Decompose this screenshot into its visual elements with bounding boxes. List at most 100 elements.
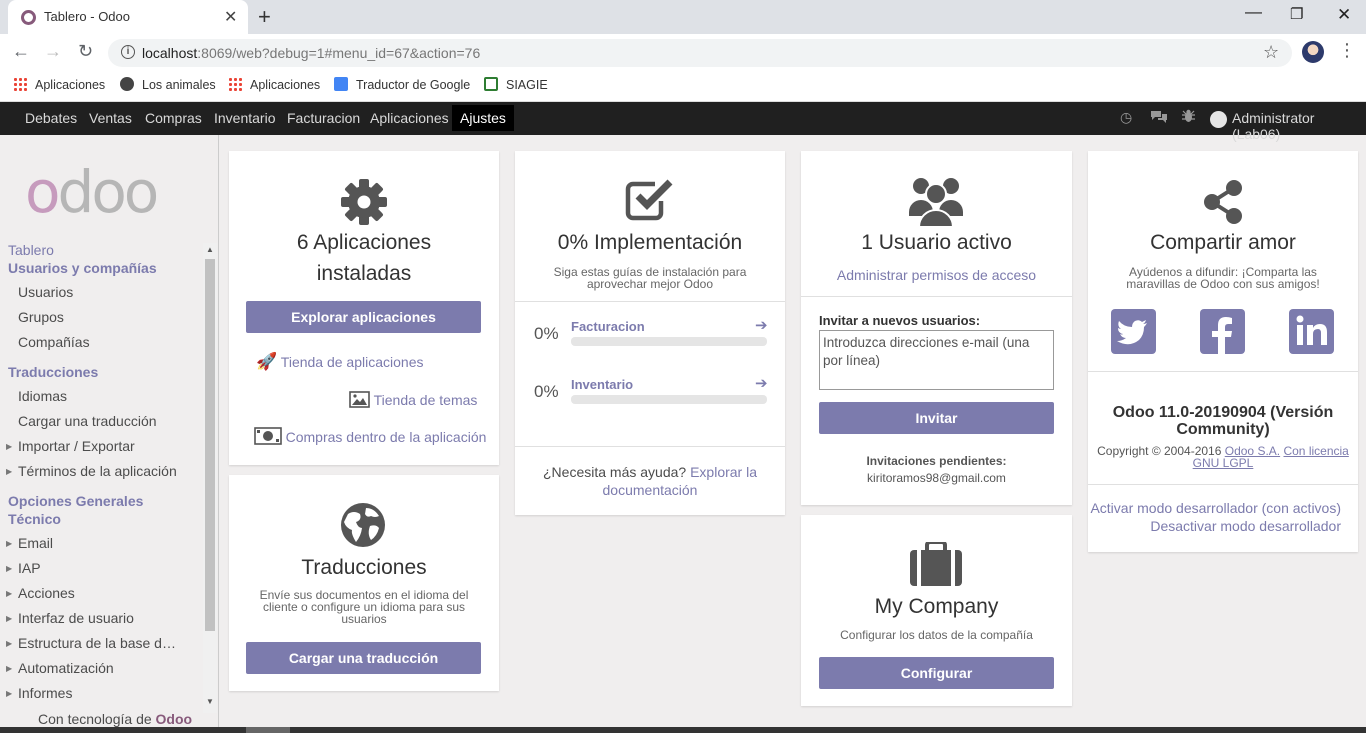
minimize-icon[interactable]: — bbox=[1245, 2, 1262, 22]
caret-right-icon[interactable]: ▶ bbox=[6, 614, 12, 623]
divider bbox=[1088, 371, 1358, 372]
page-scroll-thumb[interactable] bbox=[246, 727, 290, 733]
settings-sidebar: odoo Tablero Usuarios y compañías Usuari… bbox=[0, 135, 219, 733]
activate-dev-mode-assets-link[interactable]: Activar modo desarrollador (con activos) bbox=[1090, 500, 1341, 516]
sidebar-head-technical: Técnico bbox=[8, 511, 61, 527]
browser-menu-icon[interactable]: ⋮ bbox=[1338, 40, 1356, 61]
sidebar-head-users: Usuarios y compañías bbox=[8, 260, 157, 276]
invite-emails-textarea[interactable]: Introduzca direcciones e-mail (una por l… bbox=[819, 330, 1054, 390]
sidebar-head-general[interactable]: Opciones Generales bbox=[8, 493, 143, 509]
picture-icon bbox=[349, 391, 370, 408]
address-bar[interactable]: i localhost:8069/web?debug=1#menu_id=67&… bbox=[108, 39, 1292, 67]
sidebar-item-languages[interactable]: Idiomas bbox=[18, 388, 67, 404]
menu-ventas[interactable]: Ventas bbox=[89, 110, 132, 126]
users-card: 1 Usuario activo Administrar permisos de… bbox=[801, 151, 1072, 505]
apps-card: 6 Aplicaciones instaladas Explorar aplic… bbox=[229, 151, 499, 465]
sidebar-item-ui[interactable]: Interfaz de usuario bbox=[18, 610, 134, 626]
sidebar-item-app-terms[interactable]: Términos de la aplicación bbox=[18, 463, 177, 479]
sidebar-item-actions[interactable]: Acciones bbox=[18, 585, 75, 601]
menu-inventario[interactable]: Inventario bbox=[214, 110, 275, 126]
users-group-icon bbox=[909, 178, 963, 228]
arrow-right-icon[interactable]: ➔ bbox=[755, 316, 768, 334]
new-tab-icon[interactable]: + bbox=[258, 4, 271, 30]
sidebar-item-groups[interactable]: Grupos bbox=[18, 309, 64, 325]
bookmark-apps-2[interactable]: Aplicaciones bbox=[228, 77, 320, 92]
menu-ajustes[interactable]: Ajustes bbox=[452, 105, 514, 131]
caret-right-icon[interactable]: ▶ bbox=[6, 664, 12, 673]
themes-store-link[interactable]: Tienda de temas bbox=[349, 391, 477, 408]
bookmark-translate[interactable]: Traductor de Google bbox=[334, 77, 470, 92]
sidebar-item-companies[interactable]: Compañías bbox=[18, 334, 90, 350]
back-icon[interactable]: ← bbox=[12, 41, 30, 62]
step-link-facturacion[interactable]: Facturacion bbox=[571, 319, 645, 334]
configure-company-button[interactable]: Configurar bbox=[819, 657, 1054, 689]
user-avatar[interactable] bbox=[1210, 111, 1227, 128]
twitter-icon[interactable] bbox=[1111, 309, 1156, 354]
bookmark-apps[interactable]: Aplicaciones bbox=[13, 77, 105, 92]
sidebar-item-import-export[interactable]: Importar / Exportar bbox=[18, 438, 135, 454]
company-desc: Configurar los datos de la compañía bbox=[840, 628, 1033, 642]
menu-compras[interactable]: Compras bbox=[145, 110, 202, 126]
deactivate-dev-mode-link[interactable]: Desactivar modo desarrollador bbox=[1150, 518, 1341, 534]
reload-icon[interactable]: ↻ bbox=[78, 41, 93, 62]
url-text[interactable]: localhost:8069/web?debug=1#menu_id=67&ac… bbox=[142, 45, 480, 61]
odoo-logo: odoo bbox=[25, 158, 159, 226]
browser-tab[interactable]: Tablero - Odoo ✕ bbox=[8, 0, 248, 34]
menu-debates[interactable]: Debates bbox=[25, 110, 77, 126]
sidebar-item-iap[interactable]: IAP bbox=[18, 560, 41, 576]
chat-bubbles-icon[interactable] bbox=[1150, 109, 1168, 127]
sidebar-item-db-structure[interactable]: Estructura de la base d… bbox=[18, 635, 176, 651]
close-tab-icon[interactable]: ✕ bbox=[224, 7, 237, 27]
load-translation-button[interactable]: Cargar una traducción bbox=[246, 642, 481, 674]
restore-icon[interactable]: ❐ bbox=[1290, 5, 1303, 23]
share-card: Compartir amor Ayúdenos a difundir: ¡Com… bbox=[1088, 151, 1358, 552]
activity-clock-icon[interactable]: ◷ bbox=[1120, 109, 1132, 126]
share-icon bbox=[1204, 180, 1242, 224]
scroll-down-icon[interactable]: ▼ bbox=[206, 697, 214, 706]
debug-bug-icon[interactable] bbox=[1182, 109, 1195, 126]
company-card: My Company Configurar los datos de la co… bbox=[801, 515, 1072, 706]
caret-right-icon[interactable]: ▶ bbox=[6, 689, 12, 698]
caret-right-icon[interactable]: ▶ bbox=[6, 639, 12, 648]
sidebar-scroll-thumb[interactable] bbox=[205, 259, 215, 631]
explore-apps-button[interactable]: Explorar aplicaciones bbox=[246, 301, 481, 333]
sidebar-dashboard[interactable]: Tablero bbox=[8, 242, 54, 258]
manage-access-link[interactable]: Administrar permisos de acceso bbox=[801, 267, 1072, 283]
powered-by-odoo-link[interactable]: Odoo bbox=[156, 711, 193, 727]
menu-facturacion[interactable]: Facturacion bbox=[287, 110, 360, 126]
sidebar-item-users[interactable]: Usuarios bbox=[18, 284, 73, 300]
profile-avatar[interactable] bbox=[1302, 41, 1324, 63]
caret-right-icon[interactable]: ▶ bbox=[6, 442, 12, 451]
translations-desc: Envíe sus documentos en el idioma del cl… bbox=[259, 588, 469, 626]
page-horizontal-scrollbar[interactable] bbox=[0, 727, 1366, 733]
divider bbox=[801, 296, 1072, 297]
caret-right-icon[interactable]: ▶ bbox=[6, 467, 12, 476]
facebook-icon[interactable] bbox=[1200, 309, 1245, 354]
apps-grid-icon bbox=[13, 77, 27, 91]
bookmark-siagie[interactable]: SIAGIE bbox=[484, 77, 548, 92]
sidebar-item-reports[interactable]: Informes bbox=[18, 685, 72, 701]
sidebar-item-email[interactable]: Email bbox=[18, 535, 53, 551]
window-close-icon[interactable]: ✕ bbox=[1337, 5, 1351, 25]
arrow-right-icon[interactable]: ➔ bbox=[755, 374, 768, 392]
caret-right-icon[interactable]: ▶ bbox=[6, 589, 12, 598]
info-icon[interactable]: i bbox=[121, 45, 135, 59]
bookmark-star-icon[interactable]: ☆ bbox=[1263, 42, 1279, 63]
forward-icon[interactable]: → bbox=[44, 41, 62, 62]
sidebar-item-automation[interactable]: Automatización bbox=[18, 660, 114, 676]
siagie-icon bbox=[484, 77, 498, 91]
sidebar-item-load-translation[interactable]: Cargar una traducción bbox=[18, 413, 157, 429]
caret-right-icon[interactable]: ▶ bbox=[6, 539, 12, 548]
user-menu[interactable]: Administrator (Lab06) bbox=[1232, 110, 1366, 142]
menu-aplicaciones[interactable]: Aplicaciones bbox=[370, 110, 449, 126]
apps-store-link[interactable]: 🚀 Tienda de aplicaciones bbox=[256, 352, 423, 372]
step-percent: 0% bbox=[534, 324, 559, 343]
scroll-up-icon[interactable]: ▲ bbox=[206, 245, 214, 254]
invite-button[interactable]: Invitar bbox=[819, 402, 1054, 434]
in-app-purchases-link[interactable]: Compras dentro de la aplicación bbox=[254, 427, 486, 445]
caret-right-icon[interactable]: ▶ bbox=[6, 564, 12, 573]
step-link-inventario[interactable]: Inventario bbox=[571, 377, 633, 392]
bookmark-animals[interactable]: Los animales bbox=[120, 77, 216, 92]
implementation-title: 0% Implementación bbox=[557, 231, 743, 254]
linkedin-icon[interactable] bbox=[1289, 309, 1334, 354]
